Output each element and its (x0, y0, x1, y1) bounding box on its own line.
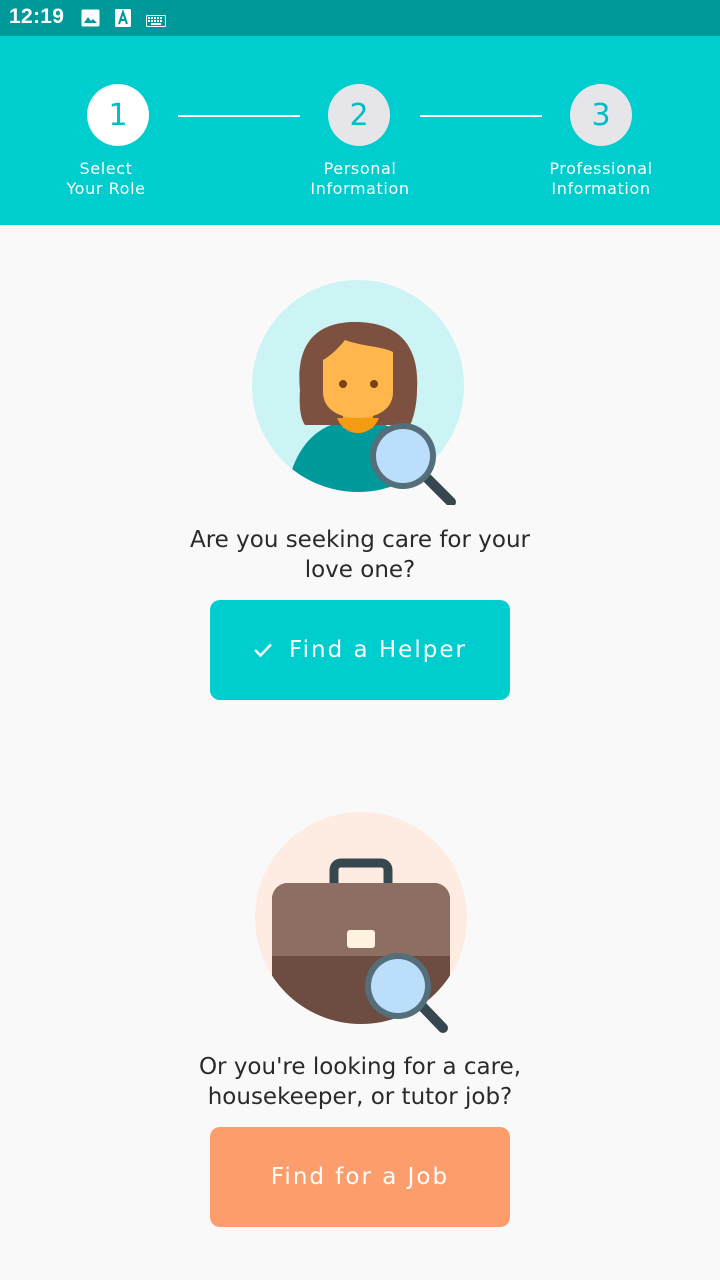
job-seeker-illustration (250, 808, 480, 1033)
step-2-label-line1: Personal (323, 159, 397, 178)
step-indicator: 1 2 3 Select Your Role Personal Informat… (0, 36, 720, 225)
find-job-label: Find for a Job (270, 1164, 450, 1190)
step-3-circle[interactable]: 3 (570, 84, 632, 146)
job-seeker-question-line2: housekeeper, or tutor job? (207, 1084, 513, 1110)
step-1-label-line1: Select (79, 159, 133, 178)
step-3-label: Professional Information (531, 159, 671, 199)
step-3-number: 3 (591, 97, 611, 133)
step-connector-1-2 (178, 115, 300, 117)
keyboard-icon (146, 12, 166, 31)
job-seeker-question-line1: Or you're looking for a care, (198, 1054, 522, 1080)
step-1-label-line2: Your Role (66, 179, 146, 198)
status-bar: 12:19 (0, 0, 720, 36)
step-3-label-line1: Professional (549, 159, 653, 178)
step-2-circle[interactable]: 2 (328, 84, 390, 146)
job-seeker-question: Or you're looking for a care, housekeepe… (110, 1052, 610, 1112)
step-1-label: Select Your Role (36, 159, 176, 199)
step-1-number: 1 (108, 97, 128, 133)
care-seeker-question: Are you seeking care for your love one? (110, 525, 610, 585)
find-helper-label: Find a Helper (289, 637, 467, 663)
step-2-label-line2: Information (310, 179, 410, 198)
status-time: 12:19 (9, 5, 65, 28)
care-seeker-question-line2: love one? (304, 557, 416, 583)
step-3-label-line2: Information (551, 179, 651, 198)
step-1-circle[interactable]: 1 (87, 84, 149, 146)
step-2-label: Personal Information (290, 159, 430, 199)
text-a-icon (115, 8, 131, 31)
care-seeker-question-line1: Are you seeking care for your (189, 527, 530, 553)
find-job-button[interactable]: Find for a Job (210, 1127, 510, 1227)
image-icon (81, 9, 100, 31)
care-seeker-illustration (245, 280, 475, 507)
find-helper-button[interactable]: Find a Helper (210, 600, 510, 700)
step-2-number: 2 (349, 97, 369, 133)
step-connector-2-3 (420, 115, 542, 117)
check-icon (253, 642, 273, 658)
